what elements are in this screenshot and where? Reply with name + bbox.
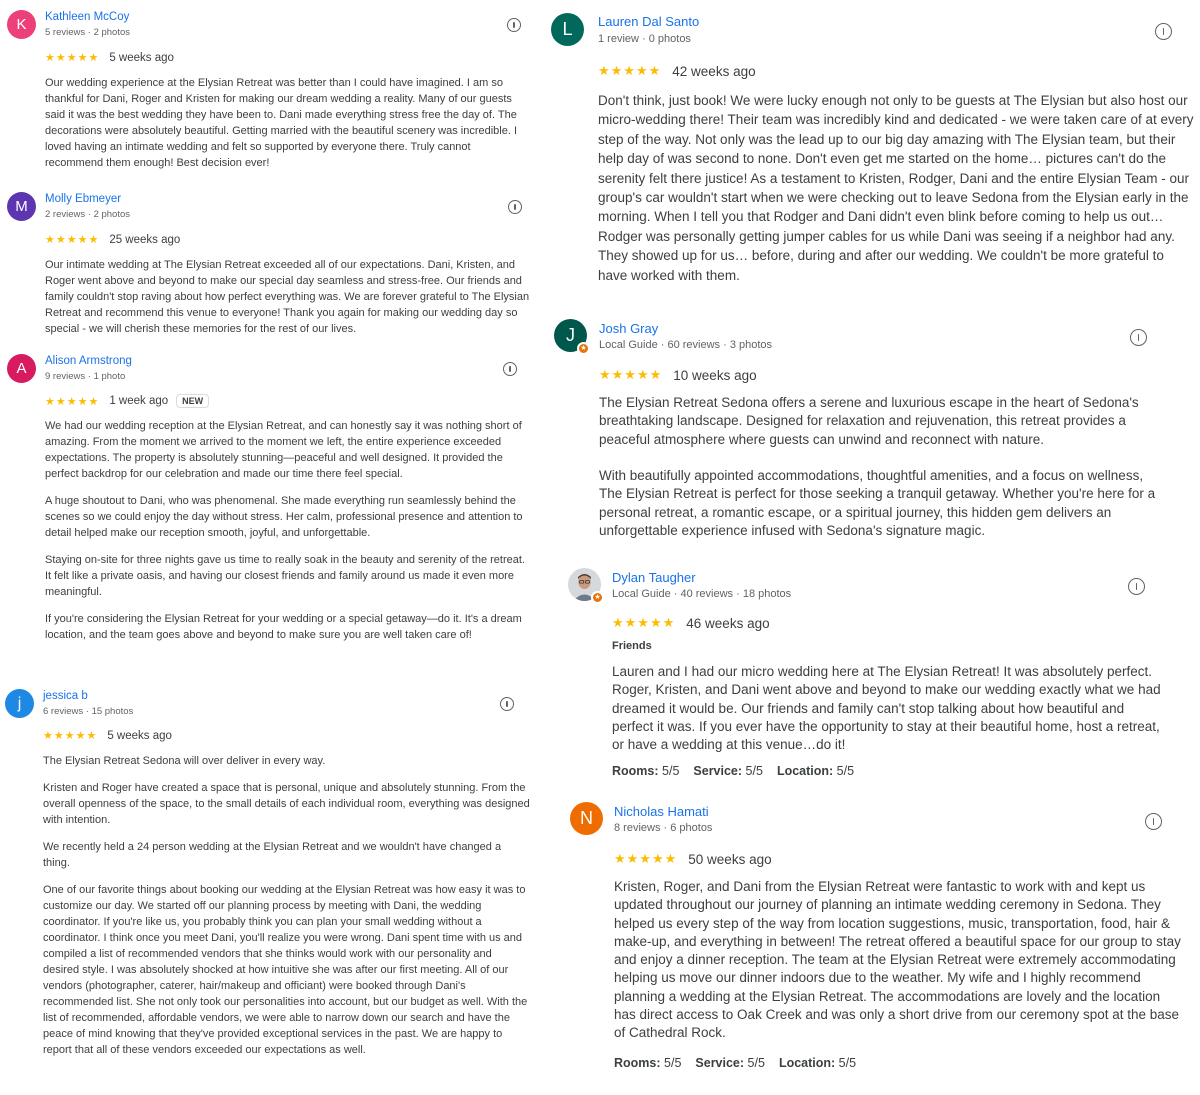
star-rating-icon: ★★★★★ (45, 395, 100, 408)
reviewer-meta: 8 reviews · 6 photos (614, 822, 713, 834)
avatar[interactable]: J ★ (554, 319, 590, 355)
reviewer-name[interactable]: Lauren Dal Santo (598, 14, 699, 29)
rating-row: ★★★★★ 42 weeks ago (598, 63, 756, 79)
review-text: Our intimate wedding at The Elysian Retr… (45, 257, 530, 337)
score-service: Service: 5/5 (695, 1056, 765, 1070)
review-paragraph: Don't think, just book! We were lucky en… (598, 93, 1194, 283)
category-scores: Rooms: 5/5 Service: 5/5 Location: 5/5 (612, 764, 868, 778)
rating-row: ★★★★★ 25 weeks ago (45, 233, 181, 247)
report-flag-icon[interactable] (1155, 23, 1172, 40)
avatar-initial: A (16, 360, 27, 377)
reviewer-name[interactable]: Dylan Taugher (612, 570, 696, 585)
review-paragraph: A huge shoutout to Dani, who was phenome… (45, 495, 523, 539)
new-badge: NEW (176, 394, 210, 408)
avatar[interactable]: N (570, 802, 603, 835)
review-paragraph: Our wedding experience at the Elysian Re… (45, 77, 518, 169)
report-flag-icon[interactable] (508, 200, 522, 214)
review-paragraph: The Elysian Retreat Sedona will over del… (43, 755, 326, 767)
reviewer-meta: 6 reviews · 15 photos (43, 706, 134, 717)
avatar-initial: N (580, 808, 593, 828)
reviewer-name[interactable]: Alison Armstrong (45, 355, 132, 367)
rating-row: ★★★★★ 46 weeks ago (612, 615, 770, 631)
reviewer-name[interactable]: Josh Gray (599, 321, 658, 336)
avatar-initial: J (566, 325, 575, 345)
review-date: 25 weeks ago (109, 233, 181, 246)
reviewer-name[interactable]: Kathleen McCoy (45, 11, 129, 23)
review-date: 1 week ago (109, 395, 169, 407)
reviewer-meta: 1 review · 0 photos (598, 33, 691, 45)
local-guide-badge-icon: ★ (591, 591, 604, 604)
report-flag-icon[interactable] (1128, 578, 1145, 595)
review-text: We had our wedding reception at the Elys… (45, 418, 530, 643)
review-date: 5 weeks ago (109, 51, 174, 64)
review-text: The Elysian Retreat Sedona will over del… (43, 753, 530, 1058)
review-paragraph: Lauren and I had our micro wedding here … (612, 664, 1161, 753)
avatar[interactable]: L (551, 13, 584, 46)
review-paragraph: Kristen, Roger, and Dani from the Elysia… (614, 879, 1181, 1041)
rating-row: ★★★★★ 50 weeks ago (614, 851, 772, 867)
review-paragraph: The Elysian Retreat Sedona offers a sere… (599, 395, 1139, 447)
reviewer-meta: Local Guide · 40 reviews · 18 photos (612, 588, 792, 600)
review-paragraph: Staying on-site for three nights gave us… (45, 554, 525, 598)
rating-row: ★★★★★ 1 week ago NEW (45, 394, 210, 408)
review-text: Our wedding experience at the Elysian Re… (45, 75, 530, 171)
star-rating-icon: ★★★★★ (612, 615, 676, 630)
review-paragraph: Our intimate wedding at The Elysian Retr… (45, 259, 530, 335)
score-service: Service: 5/5 (693, 764, 763, 778)
star-rating-icon: ★★★★★ (614, 851, 678, 866)
review-date: 50 weeks ago (688, 851, 772, 867)
star-rating-icon: ★★★★★ (45, 52, 100, 64)
avatar[interactable]: j (5, 689, 34, 718)
review-date: 42 weeks ago (672, 63, 756, 79)
report-flag-icon[interactable] (500, 697, 514, 711)
report-flag-icon[interactable] (1145, 813, 1162, 830)
score-location: Location: 5/5 (778, 1056, 857, 1070)
reviewer-meta: 9 reviews · 1 photo (45, 371, 126, 382)
avatar[interactable]: M (7, 192, 36, 221)
score-location: Location: 5/5 (776, 764, 855, 778)
review-paragraph: We had our wedding reception at the Elys… (45, 420, 522, 480)
reviewer-name[interactable]: jessica b (43, 690, 88, 702)
avatar-initial: M (15, 198, 28, 215)
local-guide-badge-icon: ★ (577, 342, 590, 355)
report-flag-icon[interactable] (1130, 329, 1147, 346)
rating-row: ★★★★★ 5 weeks ago (45, 51, 174, 65)
report-flag-icon[interactable] (503, 362, 517, 376)
rating-row: ★★★★★ 5 weeks ago (43, 729, 172, 743)
review-text: Kristen, Roger, and Dani from the Elysia… (614, 878, 1184, 1043)
avatar[interactable]: K (7, 10, 36, 39)
avatar[interactable]: ★ (568, 568, 604, 604)
review-text: The Elysian Retreat Sedona offers a sere… (599, 394, 1159, 540)
review-text: Lauren and I had our micro wedding here … (612, 663, 1167, 754)
star-rating-icon: ★★★★★ (45, 234, 100, 246)
star-rating-icon: ★★★★★ (598, 63, 662, 78)
review-date: 5 weeks ago (107, 729, 172, 742)
star-rating-icon: ★★★★★ (599, 367, 663, 382)
star-rating-icon: ★★★★★ (43, 730, 98, 742)
review-paragraph: With beautifully appointed accommodation… (599, 468, 1156, 539)
review-paragraph: If you're considering the Elysian Retrea… (45, 613, 522, 641)
reviewer-meta: Local Guide · 60 reviews · 3 photos (599, 339, 773, 351)
review-paragraph: We recently held a 24 person wedding at … (43, 841, 502, 869)
report-flag-icon[interactable] (507, 18, 521, 32)
reviewer-meta: 5 reviews · 2 photos (45, 27, 131, 38)
trip-type-tag: Friends (612, 640, 652, 652)
review-text: Don't think, just book! We were lucky en… (598, 91, 1196, 285)
score-rooms: Rooms: 5/5 (614, 1056, 682, 1070)
score-rooms: Rooms: 5/5 (612, 764, 680, 778)
rating-row: ★★★★★ 10 weeks ago (599, 367, 757, 383)
category-scores: Rooms: 5/5 Service: 5/5 Location: 5/5 (614, 1056, 870, 1070)
review-date: 10 weeks ago (673, 367, 757, 383)
reviewer-name[interactable]: Molly Ebmeyer (45, 193, 121, 205)
review-date: 46 weeks ago (686, 615, 770, 631)
review-paragraph: One of our favorite things about booking… (43, 884, 528, 1056)
avatar[interactable]: A (7, 354, 36, 383)
avatar-initial: j (17, 694, 22, 712)
avatar-initial: K (16, 16, 27, 33)
reviewer-name[interactable]: Nicholas Hamati (614, 804, 709, 819)
reviewer-meta: 2 reviews · 2 photos (45, 209, 131, 220)
review-paragraph: Kristen and Roger have created a space t… (43, 782, 530, 826)
avatar-initial: L (562, 19, 573, 39)
